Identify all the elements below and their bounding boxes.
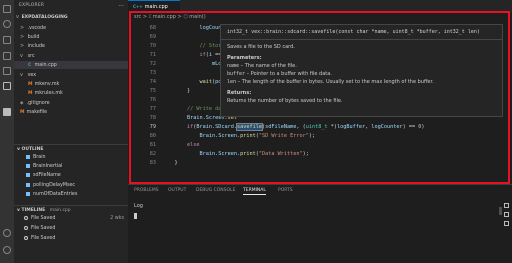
circle-icon: [24, 235, 28, 240]
cpp-file-icon: C++: [133, 4, 143, 9]
vex-check-icon[interactable]: [3, 108, 11, 116]
activity-bar: [0, 0, 14, 263]
tab-output[interactable]: OUTPUT: [168, 188, 186, 193]
tree-item-build[interactable]: > build: [14, 33, 128, 41]
panel-scrollbar[interactable]: [499, 207, 502, 215]
timeline-item[interactable]: File Saved: [24, 235, 55, 243]
run-debug-icon[interactable]: [3, 52, 11, 60]
files-icon[interactable]: [3, 5, 11, 13]
chevron-down-icon: v: [20, 72, 23, 78]
variable-icon: [26, 154, 30, 159]
variable-icon: [26, 172, 30, 177]
tab-problems[interactable]: PROBLEMS: [134, 188, 159, 193]
chevron-down-icon: v: [16, 14, 19, 20]
chevron-right-icon: >: [20, 43, 25, 49]
terminal-cursor: [134, 213, 137, 219]
bottom-panel: PROBLEMS OUTPUT DEBUG CONSOLE TERMINAL P…: [128, 184, 512, 263]
outline-item[interactable]: pollingDelayMsec: [26, 182, 75, 190]
tree-item-makefile[interactable]: M makefile: [14, 108, 128, 116]
sidebar: EXPLORER ... v EXPDATALOGGING > .vscode …: [14, 0, 128, 263]
variable-icon: [26, 191, 30, 196]
circle-icon: [24, 225, 28, 230]
git-icon: ◆: [20, 101, 24, 106]
variable-icon: [26, 163, 30, 168]
tab-ports[interactable]: PORTS: [278, 188, 293, 193]
extensions-icon[interactable]: [3, 67, 11, 75]
makefile-icon: M: [28, 91, 33, 96]
terminal-icon[interactable]: [504, 203, 509, 208]
tree-item-main-cpp[interactable]: C main.cpp: [14, 61, 128, 69]
outline-item[interactable]: numOfDataEntries: [26, 191, 77, 199]
terminal-icon[interactable]: [504, 221, 509, 226]
cpp-file-icon: C: [28, 63, 32, 68]
makefile-icon: M: [20, 110, 25, 115]
outline-header[interactable]: v OUTLINE: [14, 144, 128, 153]
timeline-item[interactable]: File Saved 2 wks: [24, 215, 124, 223]
terminal-log-label: Log: [134, 203, 143, 209]
tree-item-mkenv[interactable]: M mkenv.mk: [14, 80, 128, 88]
outline-item[interactable]: Brain: [26, 154, 46, 162]
chevron-down-icon: v: [20, 53, 23, 59]
makefile-icon: M: [28, 82, 33, 87]
vex-icon[interactable]: [3, 82, 11, 90]
tree-item-vscode[interactable]: > .vscode: [14, 24, 128, 32]
tree-item-src[interactable]: v src: [14, 52, 128, 60]
terminal-icon[interactable]: [504, 212, 509, 217]
tree-item-vex[interactable]: v vex: [14, 71, 128, 79]
highlight-frame: [129, 11, 510, 184]
manage-gear-icon[interactable]: [3, 246, 11, 254]
chevron-right-icon: >: [20, 25, 25, 31]
more-actions-icon[interactable]: ...: [118, 1, 124, 8]
workspace-root[interactable]: v EXPDATALOGGING: [14, 13, 128, 21]
tree-item-mkrules[interactable]: M mkrules.mk: [14, 89, 128, 97]
tab-debug-console[interactable]: DEBUG CONSOLE: [196, 188, 235, 193]
tree-item-include[interactable]: > include: [14, 42, 128, 50]
search-icon[interactable]: [3, 20, 11, 28]
timeline-item[interactable]: File Saved: [24, 225, 55, 233]
chevron-right-icon: >: [20, 34, 25, 40]
outline-item[interactable]: sdFileName: [26, 172, 61, 180]
explorer-title: EXPLORER: [19, 3, 45, 8]
circle-icon: [24, 215, 28, 220]
outline-item[interactable]: BrainInertial: [26, 163, 62, 171]
tree-item-gitignore[interactable]: ◆ .gitignore: [14, 99, 128, 107]
account-icon[interactable]: [3, 229, 11, 237]
tab-terminal[interactable]: TERMINAL: [243, 188, 266, 195]
source-control-icon[interactable]: [3, 36, 11, 44]
timeline-header[interactable]: v TIMELINE main.cpp: [14, 205, 128, 214]
variable-icon: [26, 182, 30, 187]
